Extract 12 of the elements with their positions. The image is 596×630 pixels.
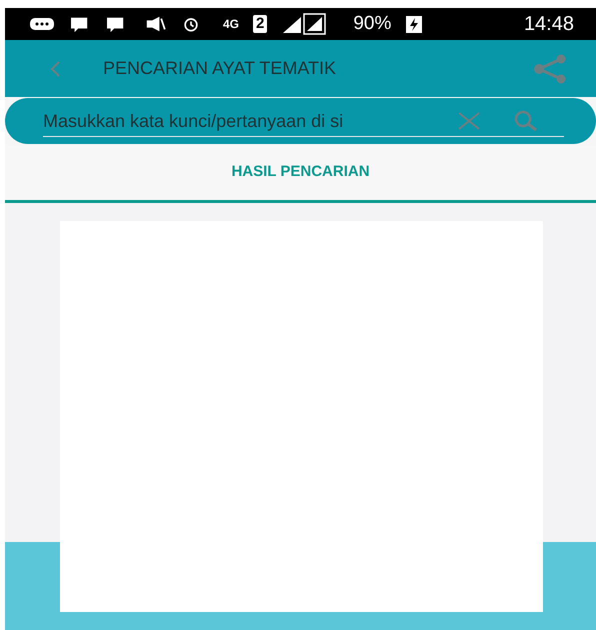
network-type: 4G [223,16,240,33]
search-bar[interactable]: Masukkan kata kunci/pertanyaan di si [5,98,596,144]
clock-time: 14:48 [524,12,574,37]
close-icon [457,111,481,131]
signal-icon [281,13,328,35]
back-icon [49,60,61,78]
search-icon [512,110,540,132]
toolbar-title: PENCARIAN AYAT TEMATIK [103,57,336,80]
battery-percentage: 90% [353,12,392,36]
battery-charging-icon [405,14,424,34]
message-icon [27,16,55,32]
sim-number: 2 [253,15,268,33]
